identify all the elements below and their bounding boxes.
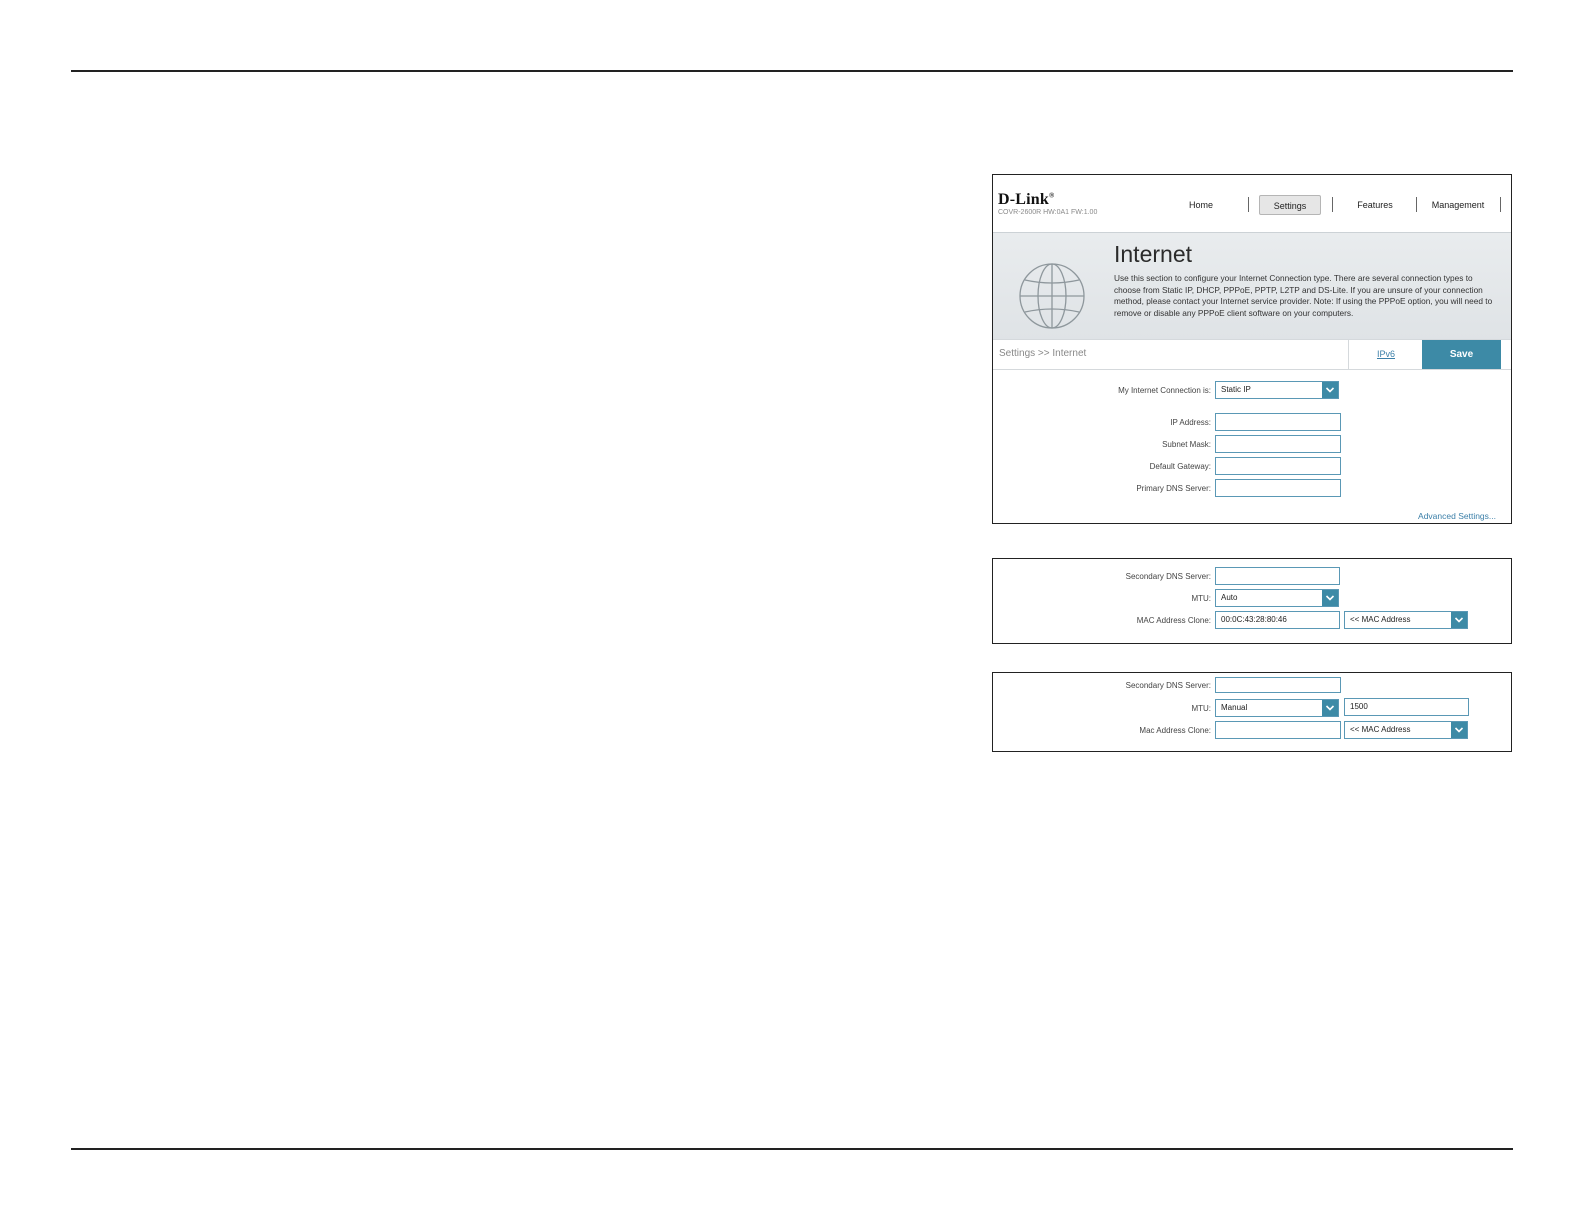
default-gateway-field[interactable] — [1215, 457, 1341, 475]
chevron-down-icon — [1451, 612, 1467, 628]
subnet-mask-label: Subnet Mask: — [1162, 440, 1211, 449]
default-gateway-label: Default Gateway: — [1149, 462, 1211, 471]
mtu-label: MTU: — [1191, 704, 1211, 713]
connection-type-value: Static IP — [1221, 385, 1251, 394]
chevron-down-icon — [1322, 700, 1338, 716]
mtu-manual-screenshot: Secondary DNS Server: MTU: Manual 1500 M… — [992, 672, 1512, 752]
mtu-auto-screenshot: Secondary DNS Server: MTU: Auto MAC Addr… — [992, 558, 1512, 644]
mac-address-select-value: << MAC Address — [1350, 725, 1411, 734]
nav-separator — [1248, 197, 1249, 212]
mac-clone-label: Mac Address Clone: — [1139, 726, 1211, 735]
mac-clone-label: MAC Address Clone: — [1136, 616, 1211, 625]
primary-dns-label: Primary DNS Server: — [1136, 484, 1211, 493]
connection-type-label: My Internet Connection is: — [1118, 386, 1211, 395]
secondary-dns-field[interactable] — [1215, 677, 1341, 693]
save-button[interactable]: Save — [1422, 340, 1501, 369]
secondary-dns-field[interactable] — [1215, 567, 1340, 585]
primary-dns-field[interactable] — [1215, 479, 1341, 497]
mtu-value: Manual — [1221, 703, 1248, 712]
mtu-select[interactable]: Manual — [1215, 699, 1339, 717]
connection-type-select[interactable]: Static IP — [1215, 381, 1339, 399]
nav-separator — [1500, 197, 1501, 212]
subnet-mask-field[interactable] — [1215, 435, 1341, 453]
mtu-label: MTU: — [1191, 594, 1211, 603]
model-info: COVR-2600R HW:0A1 FW:1.00 — [998, 209, 1098, 216]
mac-address-select[interactable]: << MAC Address — [1344, 721, 1468, 739]
chevron-down-icon — [1322, 382, 1338, 398]
nav-settings[interactable]: Settings — [1259, 195, 1321, 215]
advanced-settings-link[interactable]: Advanced Settings... — [1418, 511, 1496, 521]
top-rule — [71, 70, 1513, 72]
mac-clone-field[interactable] — [1215, 721, 1341, 739]
mac-clone-field[interactable]: 00:0C:43:28:80:46 — [1215, 611, 1340, 629]
mtu-number-field[interactable]: 1500 — [1344, 698, 1469, 716]
chevron-down-icon — [1451, 722, 1467, 738]
breadcrumb: Settings >> Internet — [999, 348, 1087, 359]
mtu-select[interactable]: Auto — [1215, 589, 1339, 607]
router-header: D-Link® COVR-2600R HW:0A1 FW:1.00 Home S… — [993, 175, 1511, 232]
page-banner: Internet Use this section to configure y… — [993, 232, 1511, 340]
internet-settings-screenshot: D-Link® COVR-2600R HW:0A1 FW:1.00 Home S… — [992, 174, 1512, 524]
chevron-down-icon — [1322, 590, 1338, 606]
dlink-logo: D-Link® — [998, 191, 1055, 208]
ip-address-field[interactable] — [1215, 413, 1341, 431]
secondary-dns-label: Secondary DNS Server: — [1125, 572, 1211, 581]
mac-address-select-value: << MAC Address — [1350, 615, 1411, 624]
secondary-dns-label: Secondary DNS Server: — [1125, 681, 1211, 690]
nav-separator — [1332, 197, 1333, 212]
page-description: Use this section to configure your Inter… — [1114, 273, 1493, 318]
bottom-rule — [71, 1148, 1513, 1150]
nav-management[interactable]: Management — [1425, 195, 1491, 215]
nav-features[interactable]: Features — [1343, 195, 1407, 215]
page-title: Internet — [1114, 241, 1192, 267]
ip-address-label: IP Address: — [1170, 418, 1211, 427]
breadcrumb-bar: Settings >> Internet IPv6 Save — [993, 339, 1511, 370]
nav-home[interactable]: Home — [1171, 195, 1231, 215]
mtu-value: Auto — [1221, 593, 1238, 602]
globe-icon — [1019, 263, 1085, 329]
nav-separator — [1416, 197, 1417, 212]
mac-address-select[interactable]: << MAC Address — [1344, 611, 1468, 629]
ipv6-link[interactable]: IPv6 — [1348, 340, 1423, 369]
